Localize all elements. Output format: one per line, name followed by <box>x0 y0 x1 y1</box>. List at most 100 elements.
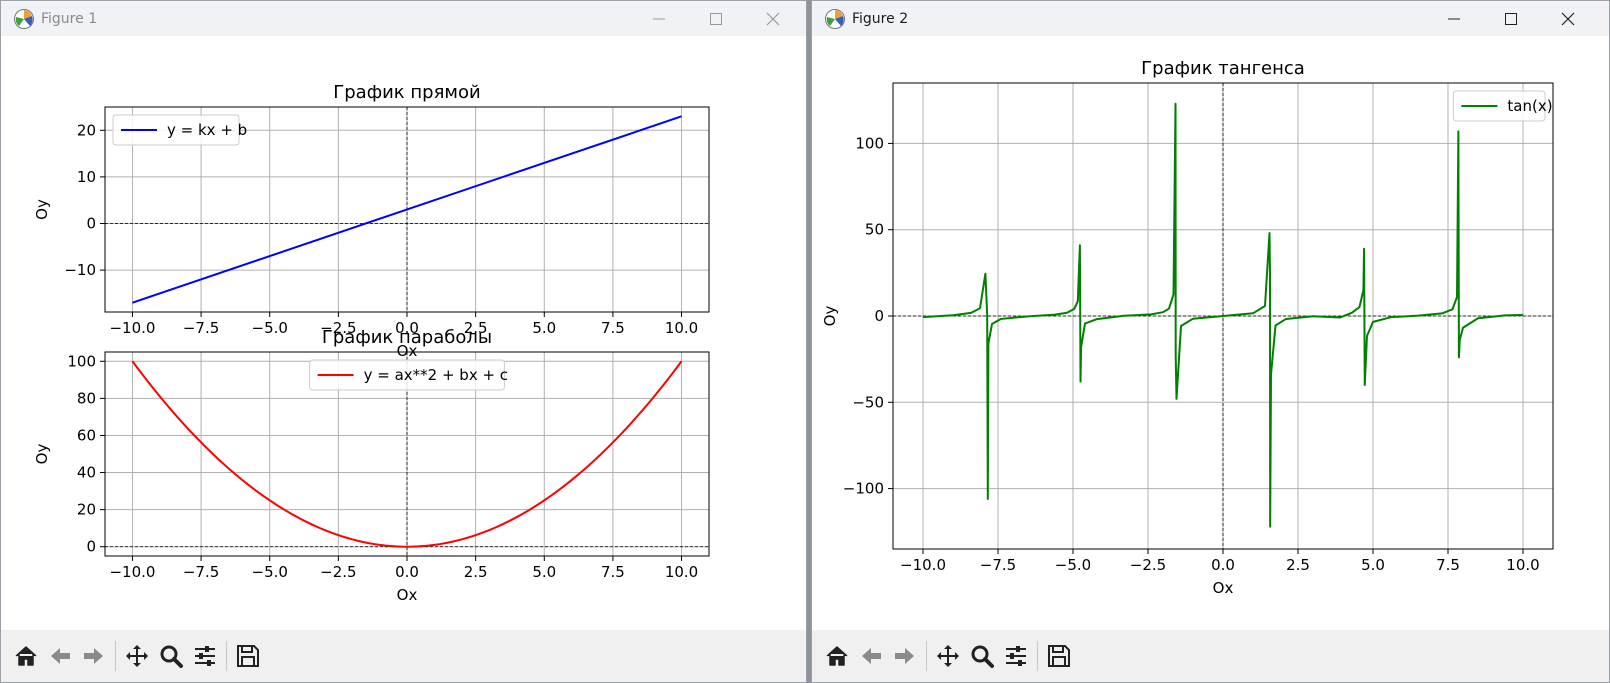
matplotlib-app-icon <box>14 8 34 29</box>
x-tick-label: −2.5 <box>320 563 356 581</box>
figure2-titlebar[interactable]: Figure 2 <box>812 1 1609 36</box>
x-tick-label: 10.0 <box>665 319 698 337</box>
configure-subplots-icon <box>195 646 215 666</box>
back-arrow-button[interactable] <box>854 639 888 673</box>
zoom-icon <box>160 645 183 668</box>
x-tick-label: −5.0 <box>1055 556 1091 574</box>
matplotlib-app-icon <box>825 8 845 29</box>
chart-tangent: −10.0 −7.5 −5.0 −2.5 0.0 2.5 5.0 7.5 10.0 −100 −50… <box>821 58 1554 597</box>
y-tick-label: 40 <box>77 464 96 482</box>
x-tick-label: −10.0 <box>900 556 946 574</box>
figure2-canvas[interactable]: −10.0 −7.5 −5.0 −2.5 0.0 2.5 5.0 7.5 10.0 −100 −50… <box>812 36 1609 630</box>
configure-subplots-button[interactable] <box>188 639 222 673</box>
figure1-titlebar[interactable]: Figure 1 <box>1 1 806 36</box>
zoom-icon <box>971 645 994 668</box>
zoom-button[interactable] <box>965 639 999 673</box>
maximize-icon <box>1505 12 1517 25</box>
y-tick-label: −10 <box>64 261 96 279</box>
y-tick-label: 20 <box>77 501 96 519</box>
maximize-button[interactable] <box>688 1 744 36</box>
x-tick-label: −7.5 <box>183 563 219 581</box>
configure-subplots-button[interactable] <box>999 639 1033 673</box>
x-tick-label: 2.5 <box>1286 556 1310 574</box>
x-tick-label: −10.0 <box>109 563 155 581</box>
x-tick-label: 2.5 <box>464 563 488 581</box>
back-arrow-button[interactable] <box>43 639 77 673</box>
toolbar-separator <box>115 641 116 671</box>
home-icon <box>826 646 848 666</box>
x-tick-label: 10.0 <box>665 563 698 581</box>
pan-icon <box>937 645 959 667</box>
y-tick-label: 80 <box>77 389 96 407</box>
legend-label: tan(x) <box>1507 97 1552 115</box>
minimize-button[interactable] <box>631 1 687 36</box>
toolbar-separator <box>1037 641 1038 671</box>
y-tick-label: 60 <box>77 426 96 444</box>
x-tick-label: 7.5 <box>601 563 625 581</box>
close-icon <box>766 12 780 25</box>
forward-arrow-button[interactable] <box>888 639 922 673</box>
save-button[interactable] <box>231 639 265 673</box>
x-axis-label: Ox <box>397 586 418 604</box>
configure-subplots-icon <box>1006 646 1026 666</box>
maximize-button[interactable] <box>1483 1 1539 36</box>
x-tick-label: 5.0 <box>1361 556 1385 574</box>
close-button[interactable] <box>1540 1 1596 36</box>
save-button[interactable] <box>1042 639 1076 673</box>
zoom-button[interactable] <box>154 639 188 673</box>
minimize-icon <box>1448 18 1460 19</box>
window-title: Figure 1 <box>41 10 98 27</box>
x-tick-label: −7.5 <box>980 556 1016 574</box>
x-tick-label: −5.0 <box>252 319 288 337</box>
forward-arrow-button[interactable] <box>77 639 111 673</box>
chart-title: График параболы <box>322 327 492 348</box>
x-tick-label: −2.5 <box>1130 556 1166 574</box>
x-tick-label: 7.5 <box>601 319 625 337</box>
y-tick-label: 0 <box>86 214 96 232</box>
x-tick-label: 10.0 <box>1506 556 1539 574</box>
y-tick-label: −100 <box>843 480 884 498</box>
forward-arrow-icon <box>84 648 103 664</box>
legend-label: y = kx + b <box>167 121 247 139</box>
figure2-window: Figure 2 −10.0 −7.5 −5.0 −2.5 0.0 2.5 5.0 7.5 10… <box>811 0 1610 683</box>
chart-title: График тангенса <box>1141 58 1305 79</box>
x-tick-label: 5.0 <box>532 563 556 581</box>
navigation-toolbar <box>812 630 1609 682</box>
save-icon <box>237 645 259 667</box>
figure1-window: Figure 1 −10.0 −7.5 −5.0 −2.5 0.0 2.5 5.0 7.5 10… <box>0 0 807 683</box>
x-tick-label: −10.0 <box>109 319 155 337</box>
close-icon <box>1561 12 1575 25</box>
toolbar-separator <box>926 641 927 671</box>
pan-button[interactable] <box>931 639 965 673</box>
chart-parabola: −10.0 −7.5 −5.0 −2.5 0.0 2.5 5.0 7.5 10.0 0 20 40 60… <box>33 327 710 604</box>
save-icon <box>1048 645 1070 667</box>
y-tick-label: 0 <box>874 307 884 325</box>
figure1-canvas[interactable]: −10.0 −7.5 −5.0 −2.5 0.0 2.5 5.0 7.5 10.0 −10 0 10 2… <box>1 36 806 630</box>
y-tick-label: 0 <box>86 538 96 556</box>
pan-button[interactable] <box>120 639 154 673</box>
y-tick-label: −50 <box>852 393 884 411</box>
pan-icon <box>126 645 148 667</box>
maximize-icon <box>710 12 722 25</box>
x-tick-label: 7.5 <box>1436 556 1460 574</box>
chart-title: График прямой <box>333 82 480 103</box>
y-axis-label: Oy <box>33 444 51 465</box>
x-axis-label: Ox <box>1213 579 1234 597</box>
x-tick-label: 0.0 <box>1211 556 1235 574</box>
toolbar-separator <box>226 641 227 671</box>
x-tick-label: 0.0 <box>395 563 419 581</box>
y-axis-label: Oy <box>33 199 51 220</box>
x-tick-label: −7.5 <box>183 319 219 337</box>
y-tick-label: 50 <box>865 221 884 239</box>
y-axis-label: Oy <box>821 306 839 327</box>
home-button[interactable] <box>820 639 854 673</box>
forward-arrow-icon <box>895 648 914 664</box>
back-arrow-icon <box>51 648 70 664</box>
home-icon <box>15 646 37 666</box>
legend-label: y = ax**2 + bx + c <box>364 366 508 384</box>
y-tick-label: 20 <box>77 121 96 139</box>
close-button[interactable] <box>745 1 801 36</box>
x-tick-label: 5.0 <box>532 319 556 337</box>
minimize-button[interactable] <box>1426 1 1482 36</box>
home-button[interactable] <box>9 639 43 673</box>
